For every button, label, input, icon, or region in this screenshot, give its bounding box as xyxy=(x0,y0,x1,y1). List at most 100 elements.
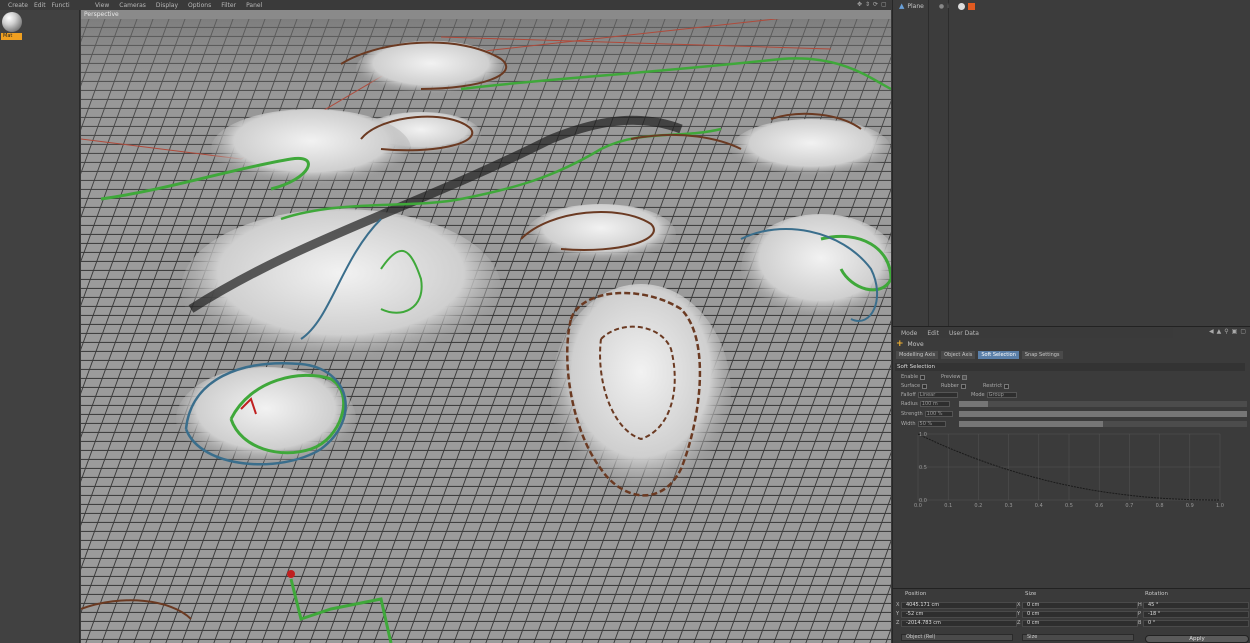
move-view-icon[interactable]: ✥ xyxy=(857,1,863,8)
menu-edit[interactable]: Edit xyxy=(34,2,46,9)
tab-soft-selection[interactable]: Soft Selection xyxy=(978,351,1019,359)
width-option: Width 50 % xyxy=(901,421,946,427)
perspective-viewport[interactable]: View Cameras Display Options Filter Pane… xyxy=(81,0,891,643)
menu-options[interactable]: Options xyxy=(188,2,211,9)
rotation-h-field[interactable]: 45 ° xyxy=(1143,602,1249,609)
material-tag-icon[interactable] xyxy=(958,2,966,10)
move-tool-icon: + xyxy=(896,339,904,349)
tab-snap-settings[interactable]: Snap Settings xyxy=(1021,351,1063,359)
section-header-soft-selection: Soft Selection xyxy=(895,363,1245,371)
material-menubar: Create Edit Functi xyxy=(0,0,80,10)
radius-slider[interactable] xyxy=(959,401,1247,407)
menu-mode[interactable]: Mode xyxy=(901,330,917,337)
menu-user-data[interactable]: User Data xyxy=(949,330,979,337)
menu-cameras[interactable]: Cameras xyxy=(119,2,146,9)
object-row-plane[interactable]: ▲ Plane ● ⁞ xyxy=(899,2,976,10)
position-y-field[interactable]: -52 cm xyxy=(901,611,1017,618)
curve-x-tick-label: 0.6 xyxy=(1095,503,1103,509)
plane-object-icon: ▲ xyxy=(899,2,905,10)
radius-field[interactable]: 100 m xyxy=(919,401,950,407)
curve-x-tick-label: 1.0 xyxy=(1216,503,1224,509)
curve-x-tick-label: 0.5 xyxy=(1065,503,1073,509)
apply-button[interactable]: Apply xyxy=(1145,635,1249,643)
attribute-menubar: Mode Edit User Data xyxy=(893,328,1173,338)
tool-name: Move xyxy=(907,340,924,348)
rotate-view-icon[interactable]: ⟳ xyxy=(873,1,879,8)
enable-option[interactable]: Enable xyxy=(901,374,926,380)
strength-field[interactable]: 100 % xyxy=(924,411,953,417)
size-y-field[interactable]: 0 cm xyxy=(1022,611,1138,618)
tab-object-axis[interactable]: Object Axis xyxy=(941,351,976,359)
tool-title: + Move xyxy=(896,339,924,349)
rubber-checkbox[interactable] xyxy=(960,383,966,389)
material-preview-swatch[interactable] xyxy=(2,12,22,32)
position-header: Position xyxy=(905,591,927,597)
restrict-checkbox[interactable] xyxy=(1004,383,1010,389)
strength-slider[interactable] xyxy=(959,411,1247,417)
rotation-b-field[interactable]: 0 ° xyxy=(1143,620,1249,627)
object-manager: ▲ Plane ● ⁞ xyxy=(892,0,1250,326)
attribute-tabs: Modelling Axis Object Axis Soft Selectio… xyxy=(896,351,1063,359)
material-manager: Create Edit Functi Mat xyxy=(0,0,80,643)
preview-option[interactable]: Preview xyxy=(941,374,968,380)
surface-checkbox[interactable] xyxy=(922,383,928,389)
width-slider[interactable] xyxy=(959,421,1247,427)
curve-x-tick-label: 0.2 xyxy=(974,503,982,509)
position-z-field[interactable]: -2014.783 cm xyxy=(901,620,1017,627)
maximize-view-icon[interactable]: ▢ xyxy=(881,1,887,8)
search-icon[interactable]: ⚲ xyxy=(1224,328,1228,335)
surface-option[interactable]: Surface xyxy=(901,383,928,389)
rotation-header: Rotation xyxy=(1145,591,1169,597)
menu-display[interactable]: Display xyxy=(156,2,178,9)
size-header: Size xyxy=(1025,591,1037,597)
falloff-curve-graph[interactable]: 0.0 0.1 0.2 0.3 0.4 0.5 0.6 0.7 0.8 0.9 1.01.00.50… xyxy=(912,430,1242,510)
curve-y-tick-label: 1.0 xyxy=(919,432,927,438)
coordinates-manager: Position Size Rotation X Y Z 4045.171 cm… xyxy=(892,588,1250,643)
size-x-field[interactable]: 0 cm xyxy=(1022,602,1138,609)
curve-x-tick-label: 0.9 xyxy=(1186,503,1194,509)
viewport-nav-icons: ✥ ⇕ ⟳ ▢ xyxy=(857,1,887,8)
visibility-icon[interactable]: ⁞ xyxy=(947,3,949,10)
tab-modelling-axis[interactable]: Modelling Axis xyxy=(896,351,939,359)
object-name[interactable]: Plane xyxy=(907,3,923,10)
position-x-field[interactable]: 4045.171 cm xyxy=(901,602,1017,609)
radius-option: Radius 100 m xyxy=(901,401,950,407)
width-field[interactable]: 50 % xyxy=(917,421,946,427)
curve-y-tick-label: 0.0 xyxy=(919,498,927,504)
mode-dropdown[interactable]: Group xyxy=(986,392,1017,398)
size-z-field[interactable]: 0 cm xyxy=(1022,620,1138,627)
back-arrow-icon[interactable]: ◀ xyxy=(1209,328,1214,335)
zoom-view-icon[interactable]: ⇕ xyxy=(865,1,871,8)
up-arrow-icon[interactable]: ▲ xyxy=(1217,328,1222,335)
mode-option[interactable]: Mode Group xyxy=(971,392,1017,398)
coordinate-mode-dropdown[interactable]: Object (Rel) xyxy=(901,634,1013,641)
texture-tag-icon[interactable] xyxy=(968,2,976,10)
menu-filter[interactable]: Filter xyxy=(221,2,236,9)
menu-create[interactable]: Create xyxy=(8,2,28,9)
new-window-icon[interactable]: ▢ xyxy=(1240,328,1246,335)
camera-label: Perspective xyxy=(84,11,119,18)
enable-checkbox[interactable] xyxy=(920,374,926,380)
rubber-option[interactable]: Rubber xyxy=(941,383,966,389)
layer-dot-icon[interactable]: ● xyxy=(939,3,944,10)
curve-x-tick-label: 0.1 xyxy=(944,503,952,509)
preview-checkbox[interactable] xyxy=(962,374,968,380)
curve-y-tick-label: 0.5 xyxy=(919,465,927,471)
menu-view[interactable]: View xyxy=(95,2,109,9)
restrict-option[interactable]: Restrict xyxy=(983,383,1010,389)
size-mode-dropdown[interactable]: Size xyxy=(1022,634,1134,641)
menu-edit[interactable]: Edit xyxy=(927,330,939,337)
falloff-dropdown[interactable]: Linear xyxy=(917,392,958,398)
menu-function[interactable]: Functi xyxy=(52,2,70,9)
rotation-p-field[interactable]: -18 ° xyxy=(1143,611,1249,618)
attribute-nav-icons: ◀ ▲ ⚲ ▣ ▢ xyxy=(1209,328,1246,335)
falloff-option[interactable]: Falloff Linear xyxy=(901,392,958,398)
lock-icon[interactable]: ▣ xyxy=(1232,328,1238,335)
material-name-label[interactable]: Mat xyxy=(1,33,22,40)
curve-x-tick-label: 0.8 xyxy=(1156,503,1164,509)
curve-x-tick-label: 0.7 xyxy=(1125,503,1133,509)
terrain-mesh-render[interactable] xyxy=(81,19,891,643)
curve-x-tick-label: 0.4 xyxy=(1035,503,1043,509)
menu-panel[interactable]: Panel xyxy=(246,2,262,9)
viewport-menubar: View Cameras Display Options Filter Pane… xyxy=(81,0,891,10)
